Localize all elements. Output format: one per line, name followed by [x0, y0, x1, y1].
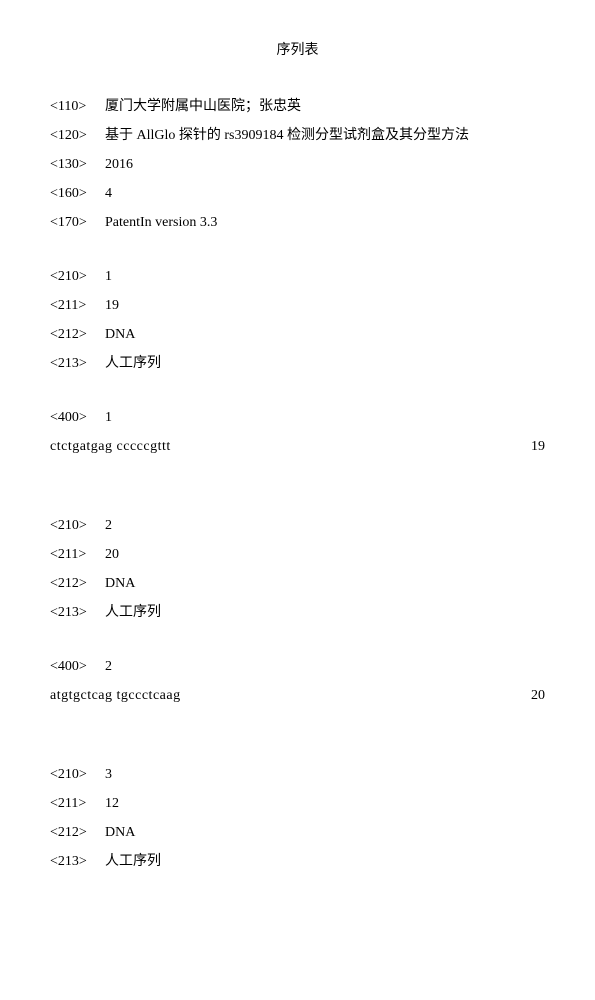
- seq3-tag-212: <212>: [50, 822, 105, 843]
- seq1-sequence-row: ctctgatgag cccccgttt 19: [50, 436, 545, 457]
- seq3-field-211: <211> 12: [50, 793, 545, 814]
- seq3-val-212: DNA: [105, 822, 545, 843]
- seq1-sequence: ctctgatgag cccccgttt: [50, 436, 171, 457]
- seq1-tag-210: <210>: [50, 266, 105, 287]
- seq3-field-212: <212> DNA: [50, 822, 545, 843]
- tag-160: <160>: [50, 183, 105, 204]
- seq1-tag-400: <400>: [50, 407, 105, 428]
- seq2-field-211: <211> 20: [50, 544, 545, 565]
- field-120: <120> 基于 AllGlo 探针的 rs3909184 检测分型试剂盒及其分…: [50, 125, 545, 146]
- seq2-val-213: 人工序列: [105, 602, 545, 623]
- seq2-val-212: DNA: [105, 573, 545, 594]
- seq1-field-212: <212> DNA: [50, 324, 545, 345]
- seq2-tag-213: <213>: [50, 602, 105, 623]
- seq3-tag-210: <210>: [50, 764, 105, 785]
- seq2-length: 20: [531, 685, 545, 706]
- val-160: 4: [105, 183, 545, 204]
- val-130: 2016: [105, 154, 545, 175]
- seq2-field-210: <210> 2: [50, 515, 545, 536]
- val-170: PatentIn version 3.3: [105, 212, 545, 233]
- seq1-field-210: <210> 1: [50, 266, 545, 287]
- seq1-val-210: 1: [105, 266, 545, 287]
- seq2-tag-400: <400>: [50, 656, 105, 677]
- seq2-tag-212: <212>: [50, 573, 105, 594]
- seq1-field-400: <400> 1: [50, 407, 545, 428]
- seq1-field-211: <211> 19: [50, 295, 545, 316]
- seq1-tag-211: <211>: [50, 295, 105, 316]
- seq2-field-212: <212> DNA: [50, 573, 545, 594]
- seq3-field-210: <210> 3: [50, 764, 545, 785]
- val-110: 厦门大学附属中山医院；张忠英: [105, 96, 545, 117]
- tag-120: <120>: [50, 125, 105, 146]
- seq3-val-213: 人工序列: [105, 851, 545, 872]
- seq1-val-213: 人工序列: [105, 353, 545, 374]
- seq2-sequence: atgtgctcag tgccctcaag: [50, 685, 181, 706]
- seq2-field-213: <213> 人工序列: [50, 602, 545, 623]
- seq1-tag-212: <212>: [50, 324, 105, 345]
- field-170: <170> PatentIn version 3.3: [50, 212, 545, 233]
- seq3-field-213: <213> 人工序列: [50, 851, 545, 872]
- page-title: 序列表: [50, 40, 545, 61]
- seq1-tag-213: <213>: [50, 353, 105, 374]
- seq2-sequence-row: atgtgctcag tgccctcaag 20: [50, 685, 545, 706]
- seq1-val-400: 1: [105, 407, 545, 428]
- seq2-tag-210: <210>: [50, 515, 105, 536]
- seq3-tag-213: <213>: [50, 851, 105, 872]
- tag-170: <170>: [50, 212, 105, 233]
- seq1-val-211: 19: [105, 295, 545, 316]
- tag-110: <110>: [50, 96, 105, 117]
- seq3-tag-211: <211>: [50, 793, 105, 814]
- seq3-val-210: 3: [105, 764, 545, 785]
- tag-130: <130>: [50, 154, 105, 175]
- field-160: <160> 4: [50, 183, 545, 204]
- seq2-val-400: 2: [105, 656, 545, 677]
- field-130: <130> 2016: [50, 154, 545, 175]
- seq1-field-213: <213> 人工序列: [50, 353, 545, 374]
- seq3-val-211: 12: [105, 793, 545, 814]
- seq2-val-211: 20: [105, 544, 545, 565]
- seq2-val-210: 2: [105, 515, 545, 536]
- seq1-length: 19: [531, 436, 545, 457]
- field-110: <110> 厦门大学附属中山医院；张忠英: [50, 96, 545, 117]
- seq1-val-212: DNA: [105, 324, 545, 345]
- seq2-tag-211: <211>: [50, 544, 105, 565]
- val-120: 基于 AllGlo 探针的 rs3909184 检测分型试剂盒及其分型方法: [105, 125, 545, 146]
- seq2-field-400: <400> 2: [50, 656, 545, 677]
